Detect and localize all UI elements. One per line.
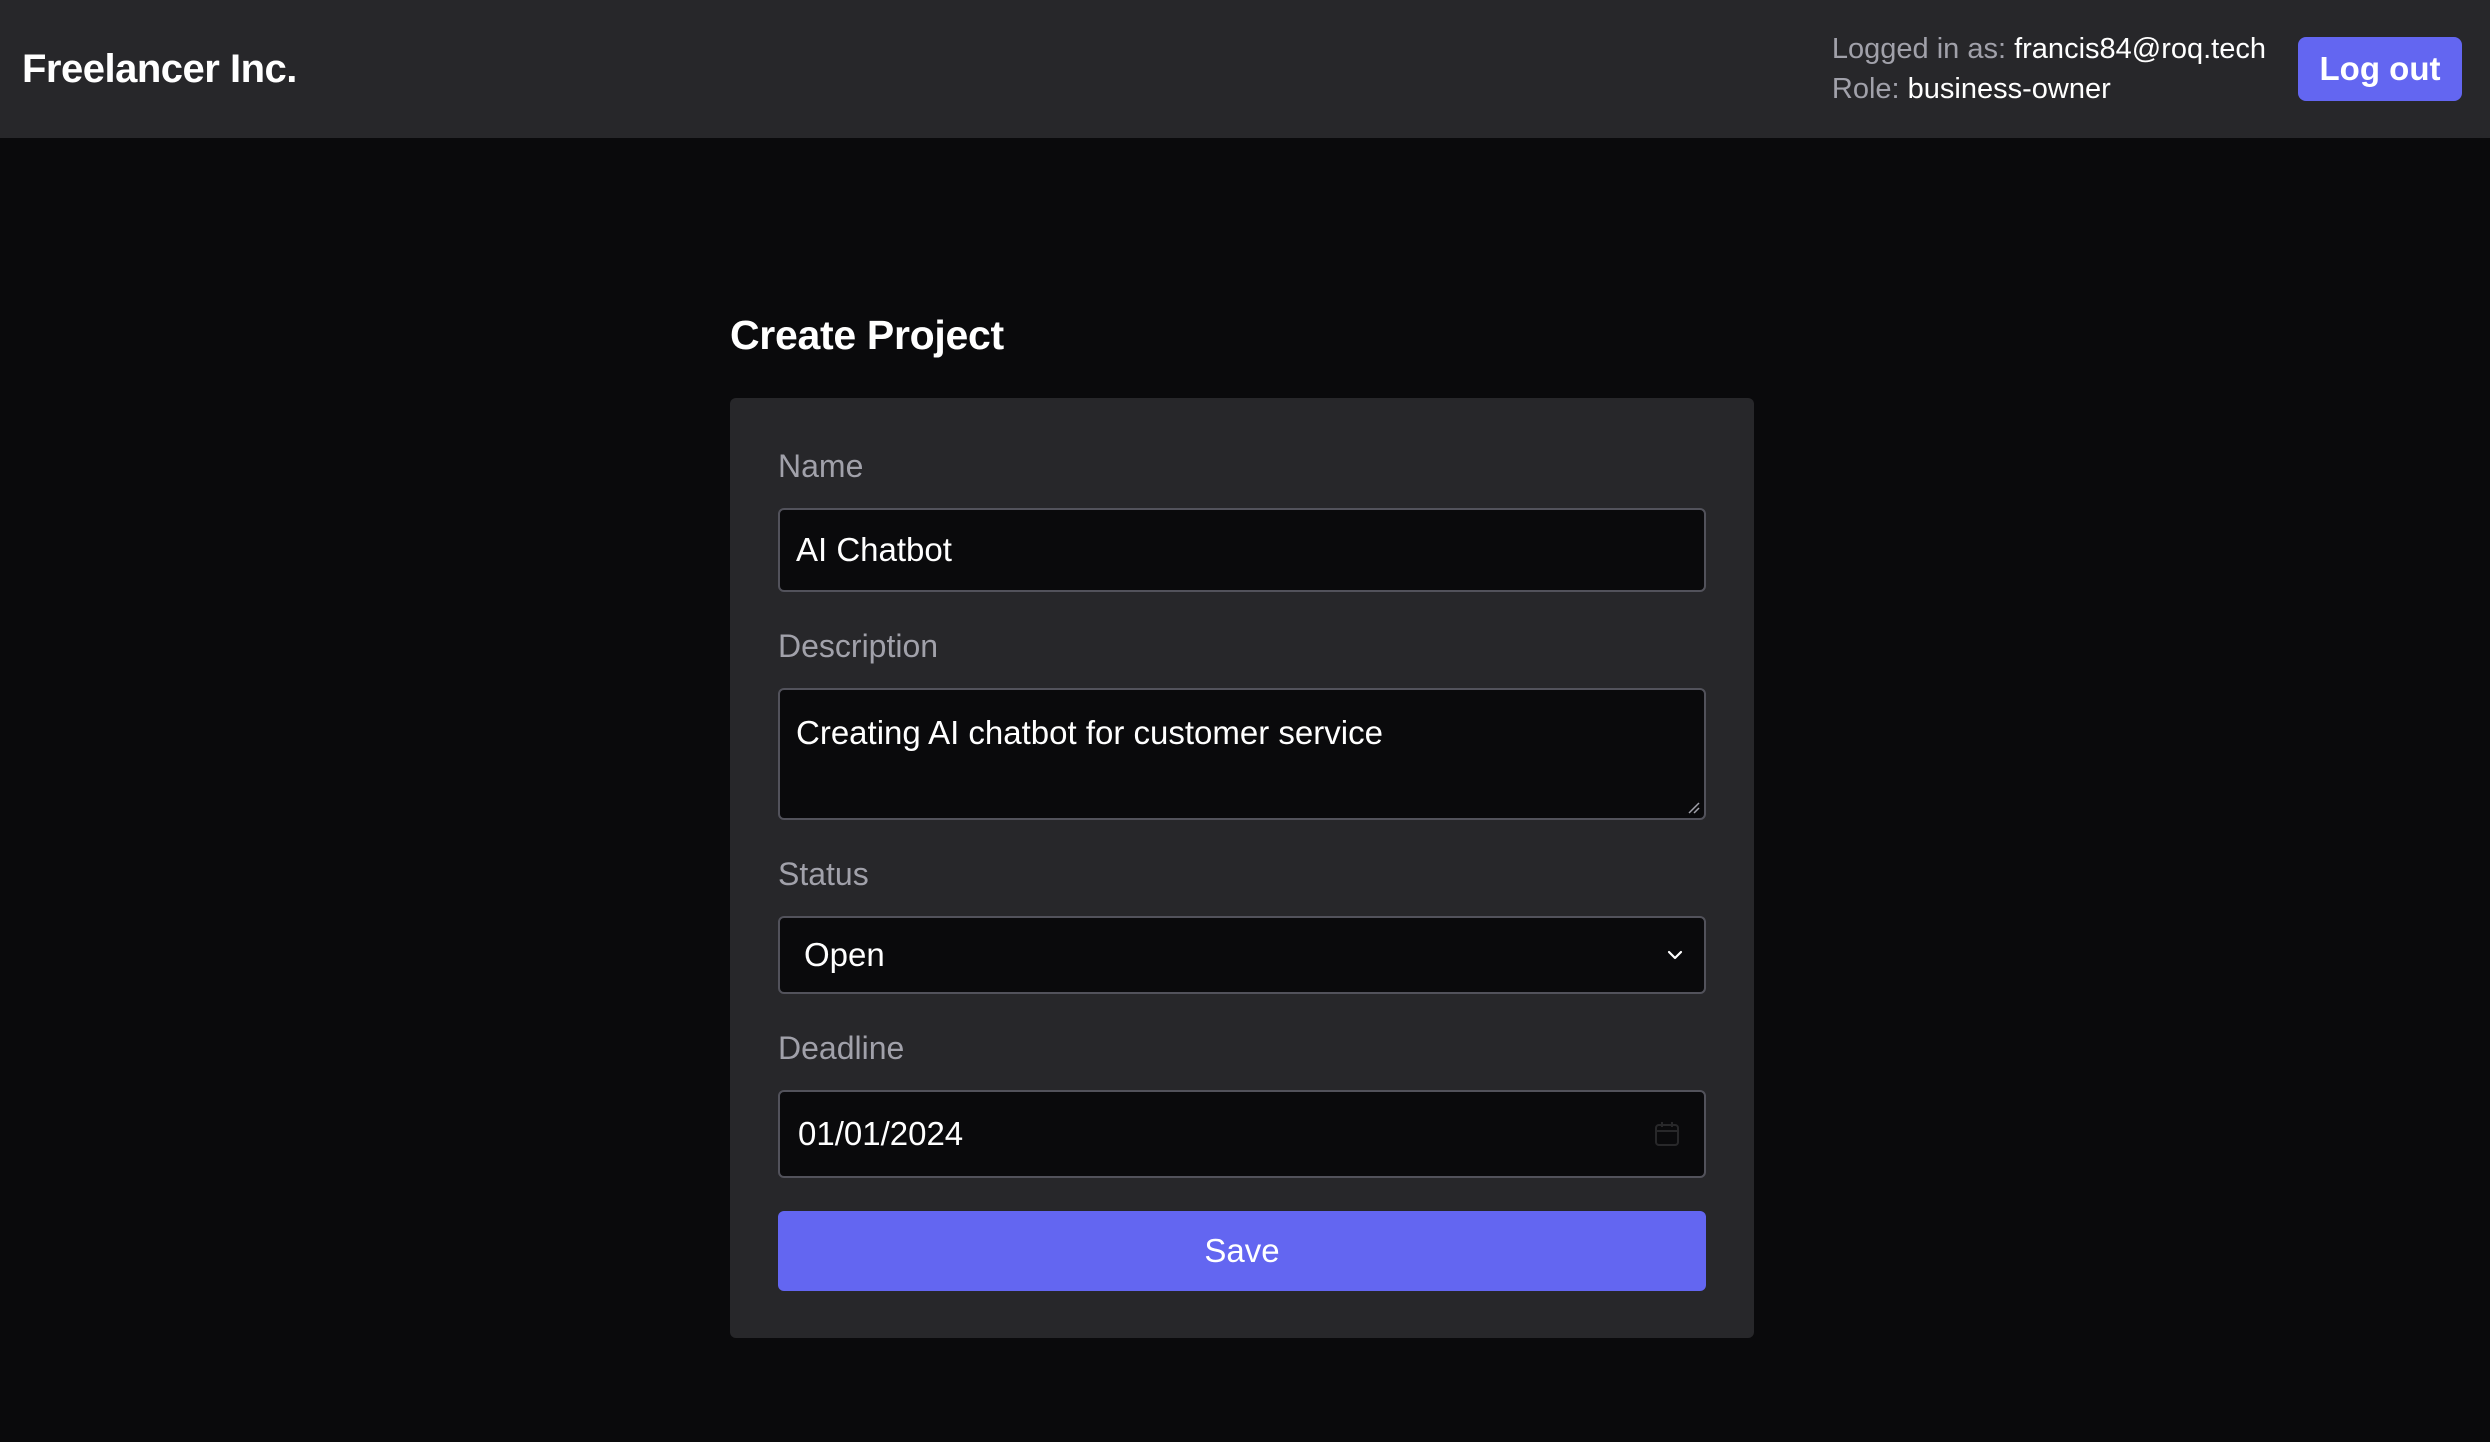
user-area: Logged in as: francis84@roq.tech Role: b…: [1832, 29, 2462, 109]
user-info: Logged in as: francis84@roq.tech Role: b…: [1832, 29, 2266, 109]
description-value: Creating AI chatbot for customer service: [796, 714, 1383, 751]
chevron-down-icon: [1667, 950, 1683, 960]
logout-button[interactable]: Log out: [2298, 37, 2462, 101]
role-line: Role: business-owner: [1832, 69, 2266, 109]
deadline-label: Deadline: [778, 1030, 905, 1066]
description-textarea[interactable]: Creating AI chatbot for customer service: [778, 688, 1706, 820]
deadline-value: 01/01/2024: [798, 1115, 964, 1152]
status-selected-value: Open: [804, 936, 885, 973]
save-button[interactable]: Save: [778, 1211, 1706, 1291]
user-email: francis84@roq.tech: [2014, 33, 2266, 65]
status-label: Status: [778, 856, 869, 892]
brand-name: Freelancer Inc.: [22, 46, 297, 91]
user-role: business-owner: [1907, 73, 2111, 105]
page-title: Create Project: [730, 312, 1004, 358]
status-select[interactable]: Open: [778, 916, 1706, 994]
role-label: Role:: [1831, 73, 1900, 105]
name-input-value: AI Chatbot: [796, 531, 952, 568]
resize-grip-icon[interactable]: [1686, 800, 1700, 814]
create-project-form: Name AI Chatbot Description Creating AI …: [730, 398, 1754, 1338]
calendar-icon[interactable]: [1652, 1119, 1682, 1149]
description-label: Description: [778, 628, 939, 664]
top-navbar: Freelancer Inc. Logged in as: francis84@…: [0, 0, 2490, 138]
deadline-input[interactable]: 01/01/2024: [778, 1090, 1706, 1178]
logged-in-label: Logged in as:: [1831, 33, 2007, 65]
name-input[interactable]: AI Chatbot: [778, 508, 1706, 592]
name-label: Name: [778, 448, 864, 484]
logged-in-line: Logged in as: francis84@roq.tech: [1832, 29, 2266, 69]
